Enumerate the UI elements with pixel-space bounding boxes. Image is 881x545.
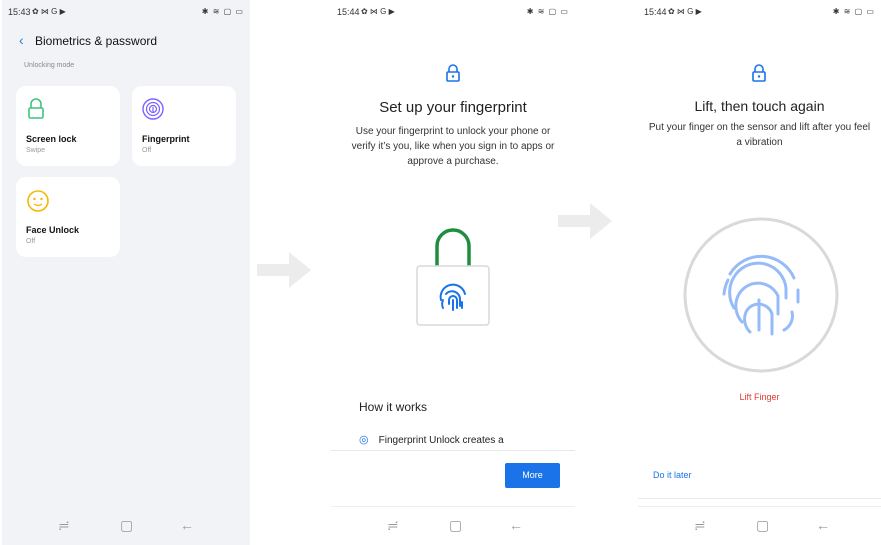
setup-description: Use your fingerprint to unlock your phon…	[351, 126, 555, 167]
flow-arrow-icon	[558, 203, 612, 239]
navigation-bar: ≓ ▢ ←	[2, 507, 250, 545]
recent-apps-icon[interactable]: ≓	[387, 517, 399, 534]
card-label: Face Unlock	[26, 225, 80, 235]
status-time: 15:44	[644, 7, 667, 17]
padlock-fingerprint-illustration	[416, 228, 490, 326]
home-icon[interactable]: ▢	[756, 517, 769, 534]
status-time: 15:43	[8, 7, 31, 17]
status-notification-icons: ✿ ⋈ G ▶	[361, 7, 395, 16]
recent-apps-icon[interactable]: ≓	[58, 517, 70, 534]
flow-arrow-icon	[257, 252, 311, 288]
section-label: Unlocking mode	[24, 62, 75, 69]
status-system-icons: ✱ ≋ ▢ ▭	[201, 7, 244, 16]
how-it-works-text: Fingerprint Unlock creates a	[378, 435, 504, 446]
card-label: Fingerprint	[142, 134, 190, 144]
how-it-works-title: How it works	[359, 400, 428, 414]
fingerprint-icon	[722, 254, 800, 336]
how-it-works-item: ◎ Fingerprint Unlock creates a	[359, 433, 504, 446]
page-title: Biometrics & password	[35, 34, 158, 48]
enroll-heading: Lift, then touch again	[694, 98, 825, 114]
face-icon	[27, 190, 49, 212]
back-arrow-icon[interactable]: ←	[816, 517, 830, 533]
divider	[331, 450, 575, 451]
do-it-later-link[interactable]: Do it later	[653, 470, 692, 480]
navigation-bar: ≓ ▢ ←	[331, 506, 575, 545]
lock-icon	[446, 64, 460, 82]
fingerprint-icon: ◎	[359, 434, 369, 446]
navigation-bar: ≓ ▢ ←	[638, 506, 881, 545]
status-notification-icons: ✿ ⋈ G ▶	[32, 7, 66, 16]
status-system-icons: ✱ ≋ ▢ ▭	[526, 7, 569, 16]
card-sublabel: Off	[26, 238, 36, 245]
face-unlock-card[interactable]: Face Unlock Off	[16, 177, 120, 257]
lift-finger-label: Lift Finger	[739, 392, 780, 402]
fingerprint-sensor-ring[interactable]	[682, 216, 840, 374]
card-label: Screen lock	[26, 134, 77, 144]
card-sublabel: Off	[142, 147, 152, 154]
screen-lock-card[interactable]: Screen lock Swipe	[16, 86, 120, 166]
back-arrow-icon[interactable]: ←	[180, 517, 194, 533]
status-bar: 15:44 ✿ ⋈ G ▶ ✱ ≋ ▢ ▭	[644, 7, 875, 19]
status-bar: 15:44 ✿ ⋈ G ▶ ✱ ≋ ▢ ▭	[337, 7, 569, 19]
biometrics-screen: 15:43 ✿ ⋈ G ▶ ✱ ≋ ▢ ▭ ‹ Biometrics & pas…	[2, 0, 250, 545]
status-bar: 15:43 ✿ ⋈ G ▶ ✱ ≋ ▢ ▭	[8, 7, 244, 19]
fingerprint-enroll-screen: 15:44 ✿ ⋈ G ▶ ✱ ≋ ▢ ▭ Lift, then touch a…	[638, 0, 881, 545]
enroll-description: Put your finger on the sensor and lift a…	[648, 122, 871, 148]
fingerprint-card[interactable]: Fingerprint Off	[132, 86, 236, 166]
status-system-icons: ✱ ≋ ▢ ▭	[832, 7, 875, 16]
more-button[interactable]: More	[505, 463, 560, 488]
home-icon[interactable]: ▢	[449, 517, 462, 534]
lock-icon	[752, 64, 766, 82]
back-chevron-icon[interactable]: ‹	[19, 32, 24, 48]
divider	[638, 498, 881, 499]
fingerprint-icon	[142, 98, 164, 120]
card-sublabel: Swipe	[26, 147, 46, 154]
back-arrow-icon[interactable]: ←	[509, 517, 523, 533]
lock-icon	[28, 98, 44, 119]
status-time: 15:44	[337, 7, 360, 17]
recent-apps-icon[interactable]: ≓	[694, 517, 706, 534]
setup-heading: Set up your fingerprint	[379, 99, 527, 116]
home-icon[interactable]: ▢	[120, 517, 133, 534]
fingerprint-setup-screen: 15:44 ✿ ⋈ G ▶ ✱ ≋ ▢ ▭ Set up your finger…	[331, 0, 575, 545]
status-notification-icons: ✿ ⋈ G ▶	[668, 7, 702, 16]
